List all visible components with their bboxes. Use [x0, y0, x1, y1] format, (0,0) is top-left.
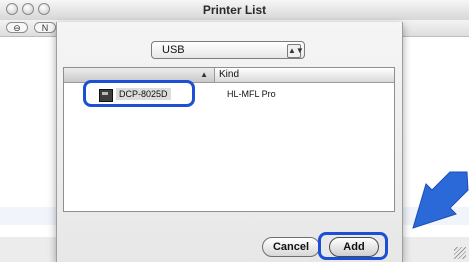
- toolbar-button-2[interactable]: N: [34, 22, 56, 33]
- sort-arrow-icon: ▲: [200, 70, 208, 79]
- connection-popup[interactable]: USB ▲▼: [151, 41, 305, 59]
- toolbar-button-1[interactable]: ⊖: [6, 22, 28, 33]
- popup-arrow-icon: ▲▼: [287, 44, 304, 58]
- resize-grip-icon[interactable]: [454, 247, 466, 259]
- printer-highlight-ring: [83, 80, 195, 107]
- window-title: Printer List: [202, 3, 267, 17]
- cancel-button[interactable]: Cancel: [262, 237, 320, 257]
- printer-kind: HL-MFL Pro: [227, 89, 276, 99]
- column-kind-header[interactable]: Kind: [219, 69, 239, 80]
- add-highlight-ring: [318, 232, 388, 260]
- add-printer-sheet: USB ▲▼ ▲ Kind DCP-8025D HL-MFL Pro Cance…: [56, 22, 403, 262]
- pointer-arrow-icon: [412, 171, 469, 229]
- title-bar[interactable]: Printer List: [0, 0, 469, 21]
- connection-popup-value: USB: [162, 44, 185, 56]
